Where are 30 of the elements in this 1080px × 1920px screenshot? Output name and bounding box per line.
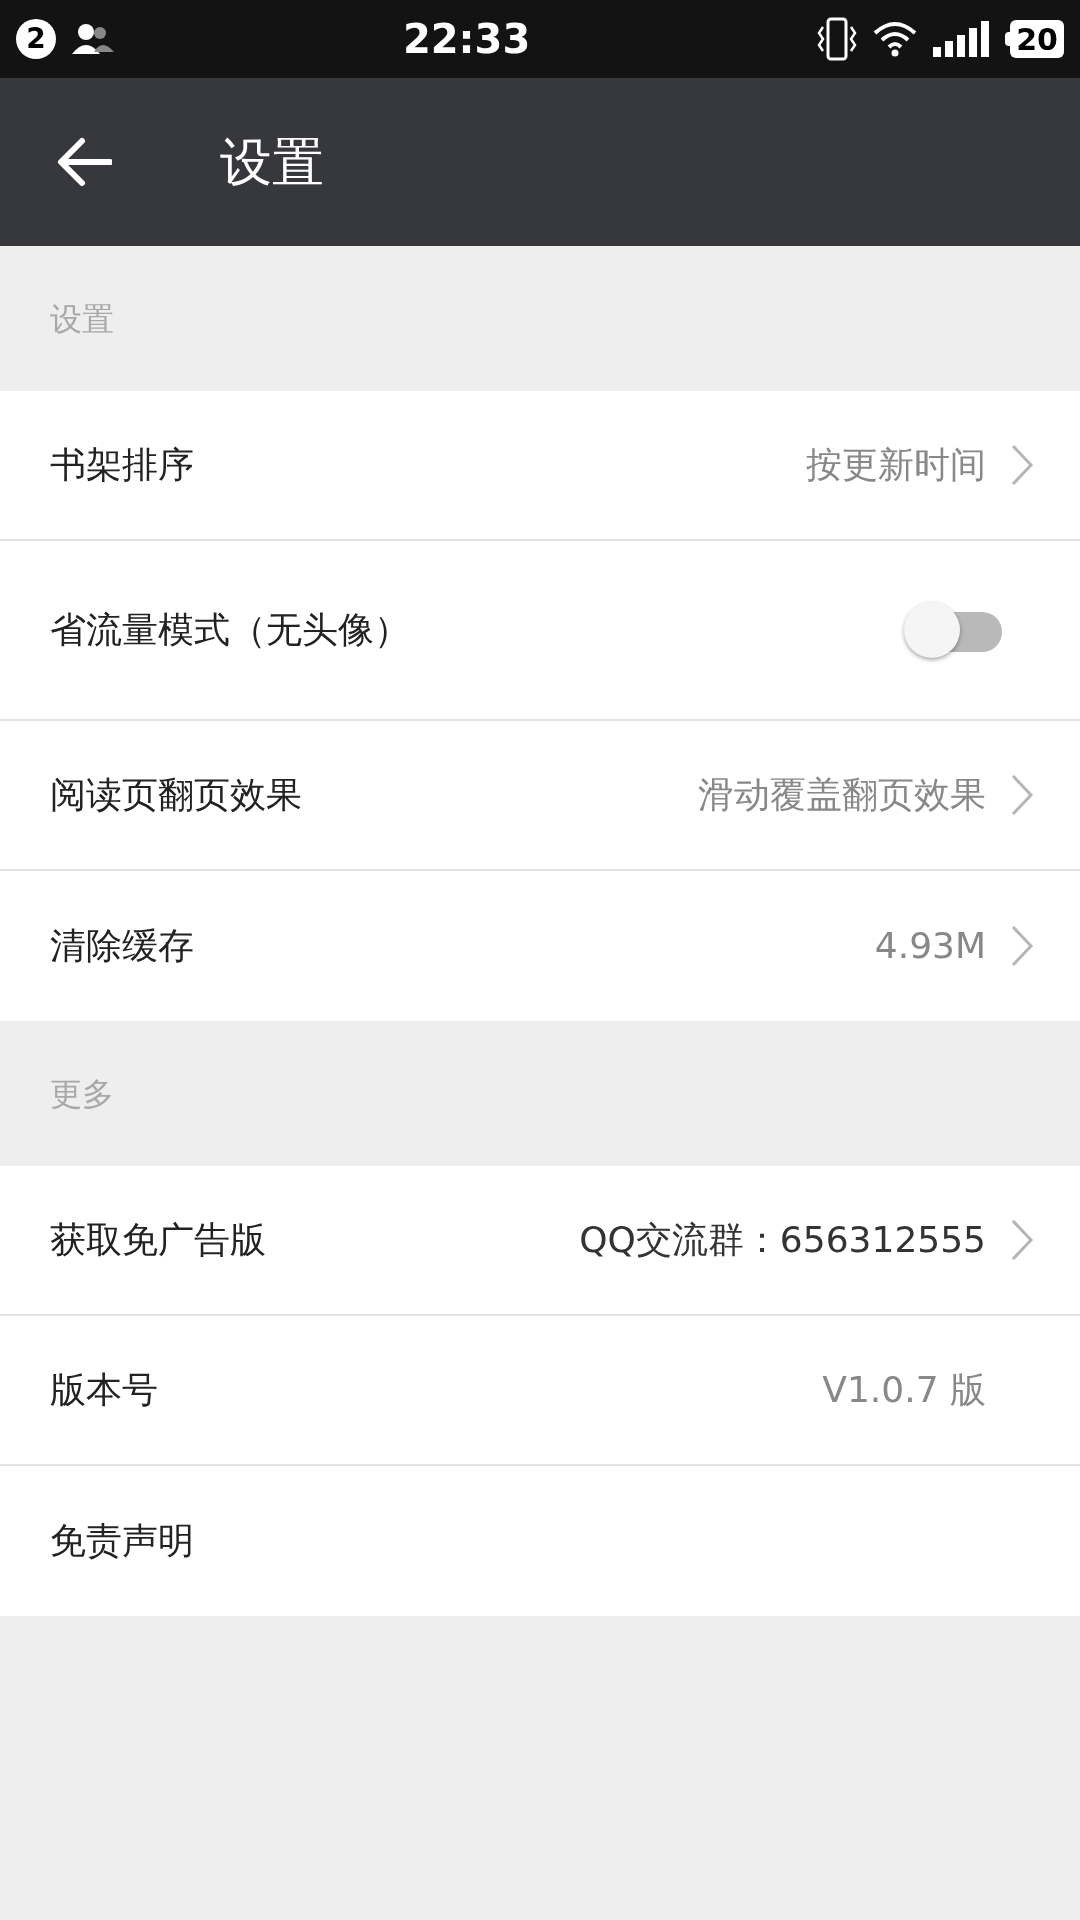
vibrate-icon (817, 17, 858, 61)
setting-label: 省流量模式（无头像） (50, 608, 410, 652)
setting-label: 阅读页翻页效果 (50, 773, 302, 817)
setting-label: 免责声明 (50, 1519, 194, 1563)
battery-indicator: 20 (1005, 20, 1064, 58)
settings-row[interactable]: 免责声明 (0, 1466, 1080, 1616)
settings-row[interactable]: 版本号 V1.0.7 版 (0, 1316, 1080, 1466)
section-header: 更多 (50, 1073, 114, 1115)
setting-value: V1.0.7 版 (822, 1368, 986, 1412)
settings-row[interactable]: 清除缓存 4.93M (0, 871, 1080, 1021)
signal-icon (933, 21, 990, 57)
section-header: 设置 (50, 298, 114, 340)
setting-label: 版本号 (50, 1368, 158, 1412)
settings-row[interactable]: 阅读页翻页效果 滑动覆盖翻页效果 (0, 721, 1080, 871)
settings-row[interactable]: 书架排序 按更新时间 (0, 391, 1080, 541)
setting-label: 书架排序 (50, 443, 194, 487)
wifi-icon (873, 21, 918, 57)
setting-value: QQ交流群：656312555 (579, 1218, 986, 1262)
setting-value: 4.93M (874, 924, 986, 968)
setting-label: 清除缓存 (50, 924, 194, 968)
setting-label: 获取免广告版 (50, 1218, 266, 1262)
settings-row[interactable]: 省流量模式（无头像） (0, 541, 1080, 721)
setting-value: 按更新时间 (806, 443, 986, 487)
setting-value: 滑动覆盖翻页效果 (698, 773, 986, 817)
settings-row[interactable]: 获取免广告版 QQ交流群：656312555 (0, 1166, 1080, 1316)
notification-badge: 2 (16, 19, 56, 59)
contacts-icon (70, 22, 116, 56)
status-time: 22:33 (402, 15, 531, 64)
toggle-switch[interactable] (904, 602, 1004, 658)
window-title: 设置 (220, 131, 324, 194)
